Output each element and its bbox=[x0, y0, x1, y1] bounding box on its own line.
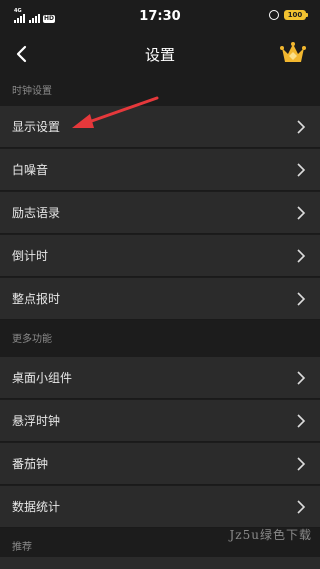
row-label: 番茄钟 bbox=[12, 457, 49, 471]
page-title: 设置 bbox=[144, 46, 175, 64]
chevron-right-icon bbox=[297, 500, 306, 514]
row-desktop-widget[interactable]: 桌面小组件 bbox=[0, 357, 320, 399]
chevron-right-icon bbox=[297, 457, 306, 471]
section-header-clock-settings: 时钟设置 bbox=[0, 80, 320, 104]
chevron-right-icon bbox=[297, 163, 306, 177]
row-hourly-chime[interactable]: 整点报时 bbox=[0, 278, 320, 320]
row-statistics[interactable]: 数据统计 bbox=[0, 486, 320, 528]
row-label: 倒计时 bbox=[12, 249, 49, 263]
row-label: 桌面小组件 bbox=[12, 371, 73, 385]
row-label: 励志语录 bbox=[12, 206, 61, 220]
chevron-right-icon bbox=[297, 414, 306, 428]
status-right: 100 bbox=[269, 10, 308, 20]
row-white-noise[interactable]: 白噪音 bbox=[0, 149, 320, 191]
alarm-icon bbox=[269, 10, 279, 20]
chevron-right-icon bbox=[297, 249, 306, 263]
recommended-list-start bbox=[0, 557, 320, 569]
nav-bar: 设置 bbox=[0, 32, 320, 76]
row-floating-clock[interactable]: 悬浮时钟 bbox=[0, 400, 320, 442]
row-label: 显示设置 bbox=[12, 120, 61, 134]
section-header-more-features: 更多功能 bbox=[0, 328, 320, 352]
chevron-right-icon bbox=[297, 371, 306, 385]
row-label: 悬浮时钟 bbox=[12, 414, 61, 428]
vip-button[interactable] bbox=[278, 38, 308, 68]
row-label: 数据统计 bbox=[12, 500, 61, 514]
status-bar: 4G HD 17:30 100 bbox=[0, 0, 320, 32]
row-pomodoro[interactable]: 番茄钟 bbox=[0, 443, 320, 485]
chevron-right-icon bbox=[297, 120, 306, 134]
chevron-right-icon bbox=[297, 292, 306, 306]
row-motivational-quotes[interactable]: 励志语录 bbox=[0, 192, 320, 234]
row-display-settings[interactable]: 显示设置 bbox=[0, 106, 320, 148]
watermark: Jz5u绿色下载 bbox=[229, 528, 312, 542]
crown-icon bbox=[280, 42, 306, 62]
battery-icon: 100 bbox=[284, 10, 308, 20]
row-countdown[interactable]: 倒计时 bbox=[0, 235, 320, 277]
row-label: 白噪音 bbox=[12, 163, 49, 177]
chevron-right-icon bbox=[297, 206, 306, 220]
row-label: 整点报时 bbox=[12, 292, 61, 306]
